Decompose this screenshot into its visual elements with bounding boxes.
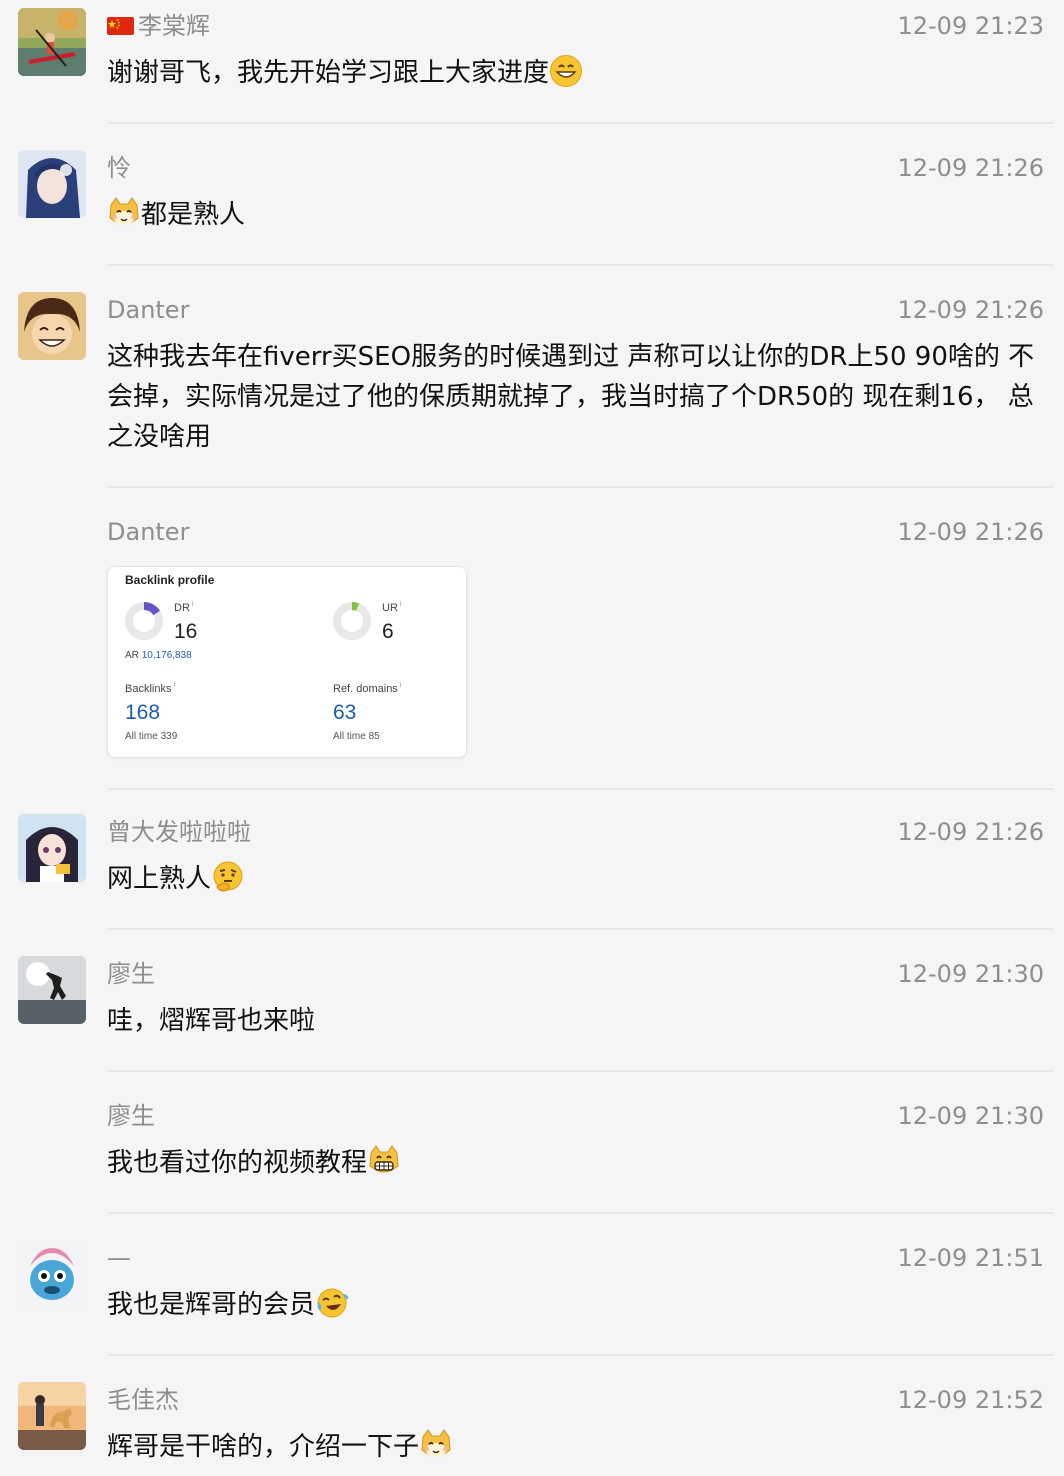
message-text-content: 谢谢哥飞，我先开始学习跟上大家进度	[107, 58, 550, 88]
message-time: 12-09 21:26	[897, 818, 1044, 846]
message-text: 谢谢哥飞，我先开始学习跟上大家进度	[107, 53, 1050, 93]
divider	[107, 1212, 1054, 1214]
divider	[107, 1354, 1054, 1356]
crying-laughing-emoji	[315, 1286, 349, 1320]
divider	[107, 788, 1054, 790]
ur-label: UR i	[382, 601, 401, 614]
message-text: 我也是辉哥的会员	[107, 1285, 1050, 1325]
avatar[interactable]	[18, 8, 86, 76]
dr-label-text: DR	[174, 602, 190, 614]
divider	[107, 122, 1054, 124]
message-time: 12-09 21:30	[897, 1102, 1044, 1130]
divider	[107, 264, 1054, 266]
china-flag-icon	[107, 17, 134, 35]
ar-value[interactable]: 10,176,838	[142, 650, 192, 661]
message-text-content: 我也是辉哥的会员	[107, 1290, 316, 1320]
anime-girl-avatar-icon	[18, 814, 86, 882]
backlinks-label-text: Backlinks	[125, 683, 172, 695]
card-title: Backlink profile	[125, 573, 215, 587]
thinking-face-emoji	[211, 860, 245, 894]
dr-label: DR i	[174, 601, 193, 614]
cat-face-emoji	[419, 1428, 453, 1462]
cat-face-emoji	[107, 196, 141, 230]
sender-name: 曾大发啦啦啦	[107, 818, 251, 846]
anime-girl-avatar-icon	[18, 150, 86, 218]
refdomains-label: Ref. domains i	[333, 682, 401, 695]
sender-name: 毛佳杰	[107, 1386, 179, 1414]
info-icon[interactable]: i	[192, 601, 194, 608]
message-text: 都是熟人	[107, 195, 1050, 235]
avatar[interactable]	[18, 150, 86, 218]
ur-donut-chart	[333, 601, 371, 640]
backlinks-value[interactable]: 168	[125, 701, 160, 725]
alltime-value: 85	[368, 731, 380, 742]
grinning-face-emoji	[549, 54, 583, 88]
divider	[107, 1070, 1054, 1072]
refdomains-alltime: All time 85	[333, 731, 380, 742]
divider	[107, 928, 1054, 930]
sender-name: Danter	[107, 296, 190, 324]
message-time: 12-09 21:26	[897, 518, 1044, 546]
ur-label-text: UR	[382, 602, 398, 614]
alltime-value: 339	[160, 731, 178, 742]
grinning-cat-emoji	[367, 1144, 401, 1178]
kayak-photo-icon	[18, 8, 86, 76]
dr-value: 16	[174, 620, 198, 643]
message-text: 哇，熠辉哥也来啦	[107, 1006, 316, 1036]
refdomains-value[interactable]: 63	[333, 701, 356, 725]
avatar[interactable]	[18, 814, 86, 882]
message-text: 辉哥是干啥的，介绍一下子	[107, 1427, 1050, 1467]
message-text: 网上熟人	[107, 859, 1050, 899]
ar-label: AR	[125, 650, 139, 661]
backlinks-label: Backlinks i	[125, 682, 175, 695]
sender-name: 怜	[107, 154, 131, 182]
divider	[107, 486, 1054, 488]
sender-name: Danter	[107, 518, 190, 546]
anime-boy-avatar-icon	[18, 292, 86, 360]
avatar[interactable]	[18, 292, 86, 360]
refdomains-label-text: Ref. domains	[333, 683, 398, 695]
sender-name: 廖生	[107, 960, 155, 988]
ar-row: AR 10,176,838	[125, 650, 192, 661]
message-time: 12-09 21:51	[897, 1244, 1044, 1272]
avatar[interactable]	[18, 1382, 86, 1450]
backlinks-alltime: All time 339	[125, 731, 177, 742]
alltime-label: All time	[125, 731, 158, 742]
message-time: 12-09 21:52	[897, 1386, 1044, 1414]
info-icon[interactable]: i	[173, 682, 175, 689]
dr-donut-chart	[125, 602, 163, 640]
message-time: 12-09 21:23	[897, 12, 1044, 40]
boy-and-dog-avatar-icon	[18, 1382, 86, 1450]
message-time: 12-09 21:26	[897, 154, 1044, 182]
sender-name-text: 李棠辉	[138, 12, 210, 40]
avatar[interactable]	[18, 956, 86, 1024]
info-icon[interactable]: i	[400, 601, 402, 608]
silhouette-avatar-icon	[18, 956, 86, 1024]
alltime-label: All time	[333, 731, 366, 742]
avatar[interactable]	[18, 1240, 86, 1308]
cartoon-fish-avatar-icon	[18, 1240, 86, 1308]
message-text-content: 都是熟人	[141, 200, 246, 230]
message-text: 我也看过你的视频教程	[107, 1143, 1050, 1183]
ur-value: 6	[382, 620, 394, 643]
message-text-content: 辉哥是干啥的，介绍一下子	[107, 1432, 420, 1462]
message-text-content: 我也看过你的视频教程	[107, 1148, 368, 1178]
message-time: 12-09 21:26	[897, 296, 1044, 324]
info-icon[interactable]: i	[400, 682, 402, 689]
message-text-content: 网上熟人	[107, 864, 212, 894]
sender-name: 李棠辉	[107, 10, 210, 42]
message-text: 这种我去年在fiverr买SEO服务的时候遇到过 声称可以让你的DR上50 90…	[107, 342, 1035, 452]
message-time: 12-09 21:30	[897, 960, 1044, 988]
sender-name: —	[107, 1244, 131, 1272]
sender-name: 廖生	[107, 1102, 155, 1130]
backlink-profile-image[interactable]: Backlink profile DR i 16 AR 10,176,838 UR…	[107, 566, 467, 758]
